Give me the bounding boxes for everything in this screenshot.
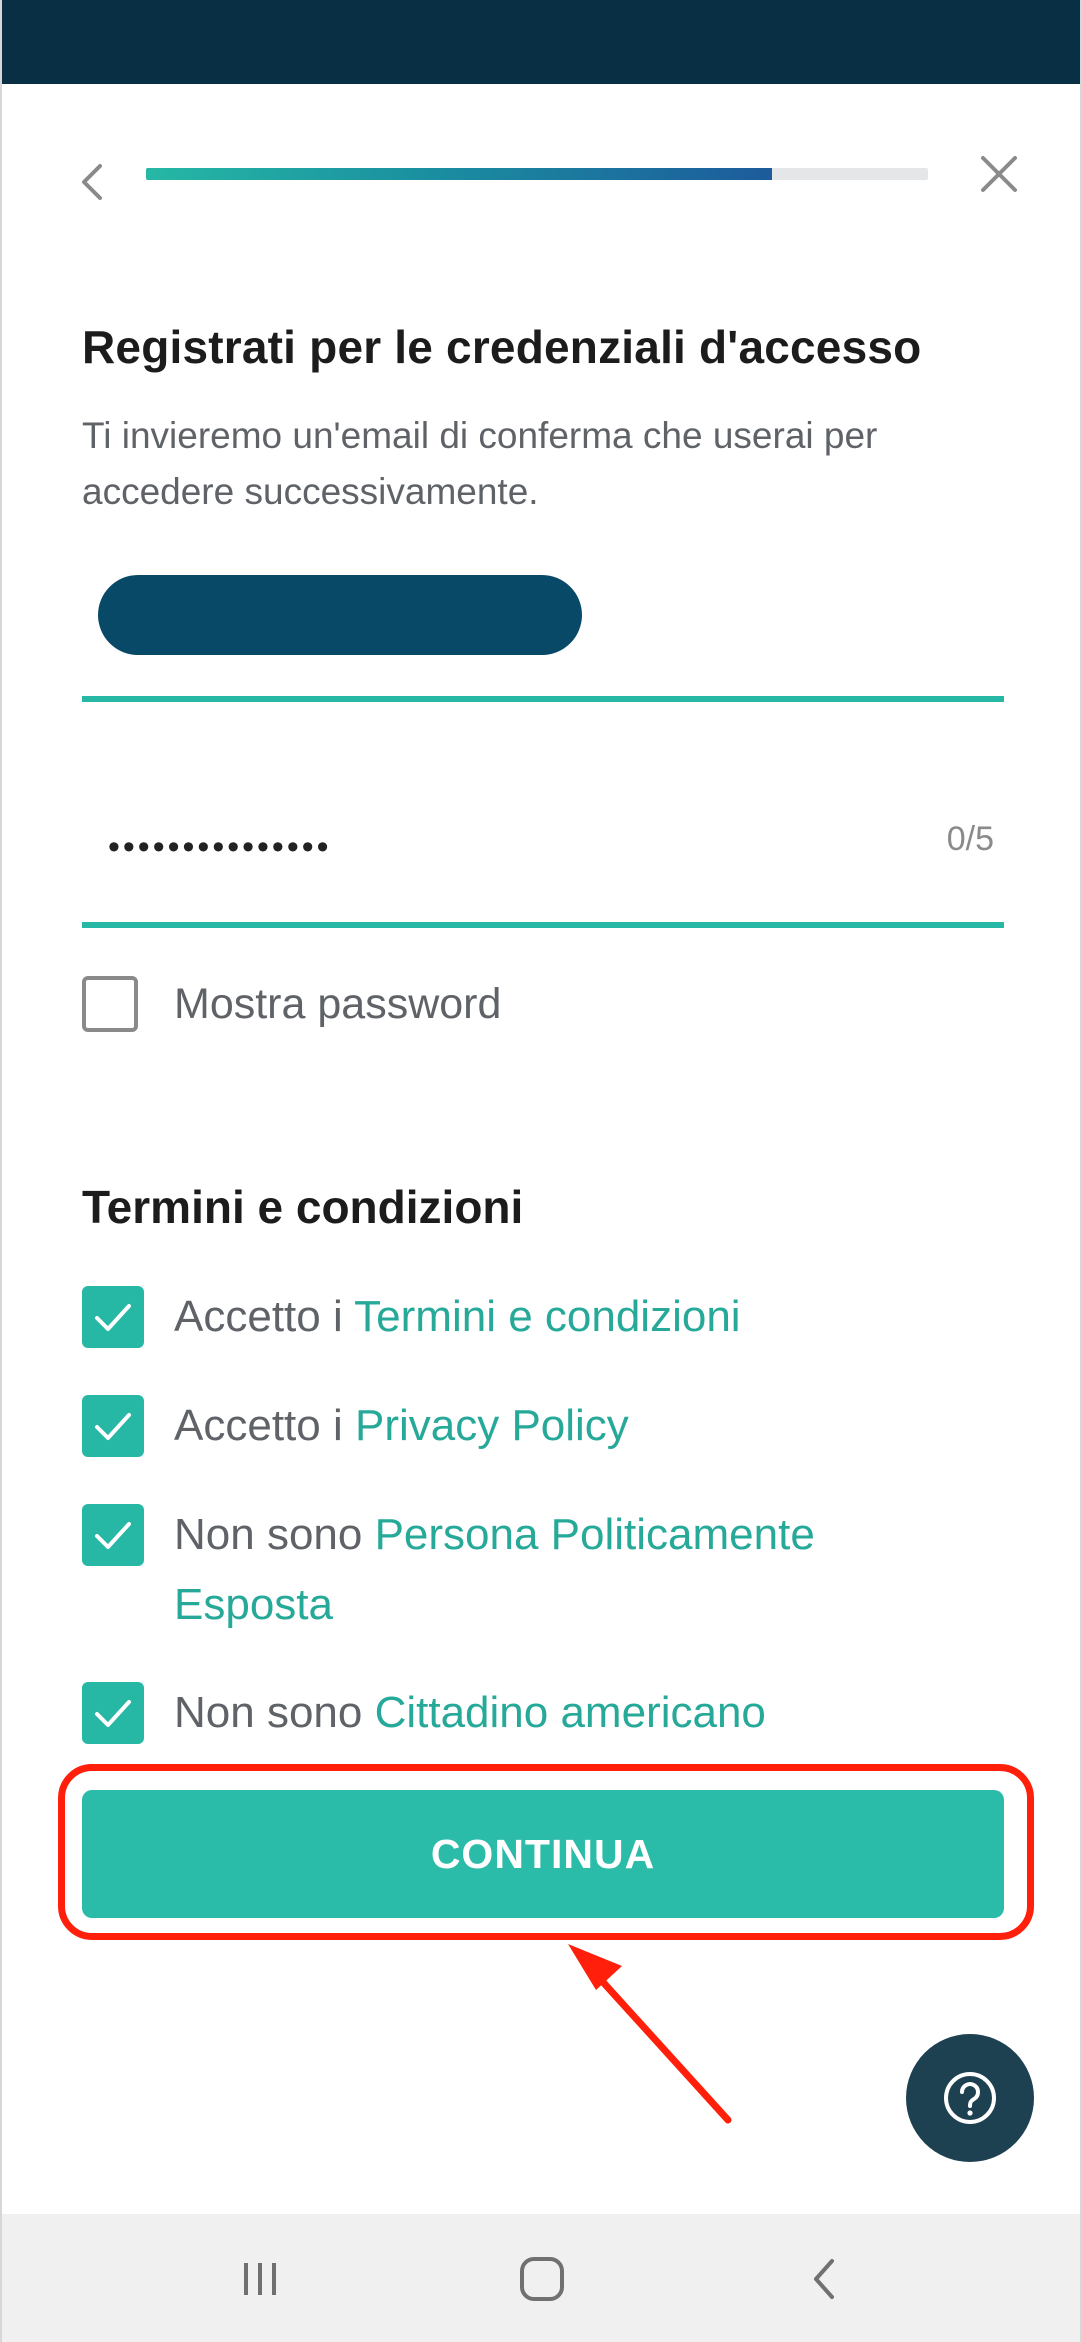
privacy-item-text: Accetto i Privacy Policy bbox=[174, 1391, 994, 1461]
pep-item-prefix: Non sono bbox=[174, 1510, 375, 1559]
us-citizen-item-text: Non sono Cittadino americano bbox=[174, 1678, 994, 1748]
continue-button[interactable]: CONTINUA bbox=[82, 1790, 1004, 1918]
privacy-item: Accetto i Privacy Policy bbox=[82, 1395, 994, 1461]
page-subtitle: Ti invieremo un'email di conferma che us… bbox=[82, 415, 878, 512]
terms-item-prefix: Accetto i bbox=[174, 1292, 355, 1341]
pep-item-text: Non sono Persona Politicamente Esposta bbox=[174, 1500, 874, 1640]
terms-item: Accetto i Termini e condizioni bbox=[82, 1286, 994, 1352]
top-navigation bbox=[2, 84, 1080, 254]
recent-apps-button[interactable] bbox=[220, 2244, 300, 2314]
checkmark-icon bbox=[95, 1700, 131, 1727]
us-citizen-item-prefix: Non sono bbox=[174, 1688, 375, 1737]
recent-apps-icon bbox=[244, 2263, 276, 2295]
checkmark-icon bbox=[95, 1413, 131, 1440]
email-value-redacted bbox=[98, 575, 582, 655]
privacy-item-prefix: Accetto i bbox=[174, 1401, 355, 1450]
close-icon bbox=[981, 156, 1017, 192]
terms-section-title: Termini e condizioni bbox=[82, 1181, 524, 1233]
progress-fill bbox=[146, 168, 772, 180]
system-navigation-bar bbox=[2, 2214, 1080, 2342]
us-citizen-item: Non sono Cittadino americano bbox=[82, 1682, 994, 1748]
page-title: Registrati per le credenziali d'accesso bbox=[82, 321, 922, 373]
show-password-label: Mostra password bbox=[174, 979, 502, 1028]
back-button[interactable] bbox=[72, 152, 112, 212]
help-icon bbox=[944, 2072, 996, 2124]
password-field[interactable]: ••••••••••••••• 0/5 bbox=[82, 780, 1004, 928]
password-counter: 0/5 bbox=[946, 820, 994, 858]
show-password-checkbox[interactable] bbox=[82, 976, 138, 1032]
terms-item-text: Accetto i Termini e condizioni bbox=[174, 1282, 994, 1352]
home-button[interactable] bbox=[502, 2244, 582, 2314]
us-citizen-checkbox[interactable] bbox=[82, 1682, 144, 1744]
chevron-left-icon bbox=[814, 2259, 834, 2299]
privacy-checkbox[interactable] bbox=[82, 1395, 144, 1457]
close-button[interactable] bbox=[974, 144, 1024, 204]
terms-conditions-link[interactable]: Termini e condizioni bbox=[354, 1292, 740, 1341]
help-button[interactable] bbox=[906, 2034, 1034, 2162]
privacy-policy-link[interactable]: Privacy Policy bbox=[355, 1401, 629, 1450]
home-icon bbox=[520, 2257, 564, 2301]
progress-bar bbox=[146, 168, 928, 180]
show-password-toggle[interactable]: Mostra password bbox=[82, 976, 501, 1032]
checkmark-icon bbox=[95, 1304, 131, 1331]
checkmark-icon bbox=[95, 1522, 131, 1549]
pep-checkbox[interactable] bbox=[82, 1504, 144, 1566]
header-section: Registrati per le credenziali d'accesso … bbox=[82, 320, 1004, 520]
pep-item: Non sono Persona Politicamente Esposta bbox=[82, 1504, 874, 1640]
password-value: ••••••••••••••• bbox=[108, 828, 332, 866]
chevron-left-icon bbox=[82, 164, 102, 200]
system-back-button[interactable] bbox=[784, 2244, 864, 2314]
us-citizen-link[interactable]: Cittadino americano bbox=[375, 1688, 766, 1737]
status-bar bbox=[2, 0, 1080, 84]
terms-checkbox[interactable] bbox=[82, 1286, 144, 1348]
email-field[interactable] bbox=[82, 572, 1004, 702]
